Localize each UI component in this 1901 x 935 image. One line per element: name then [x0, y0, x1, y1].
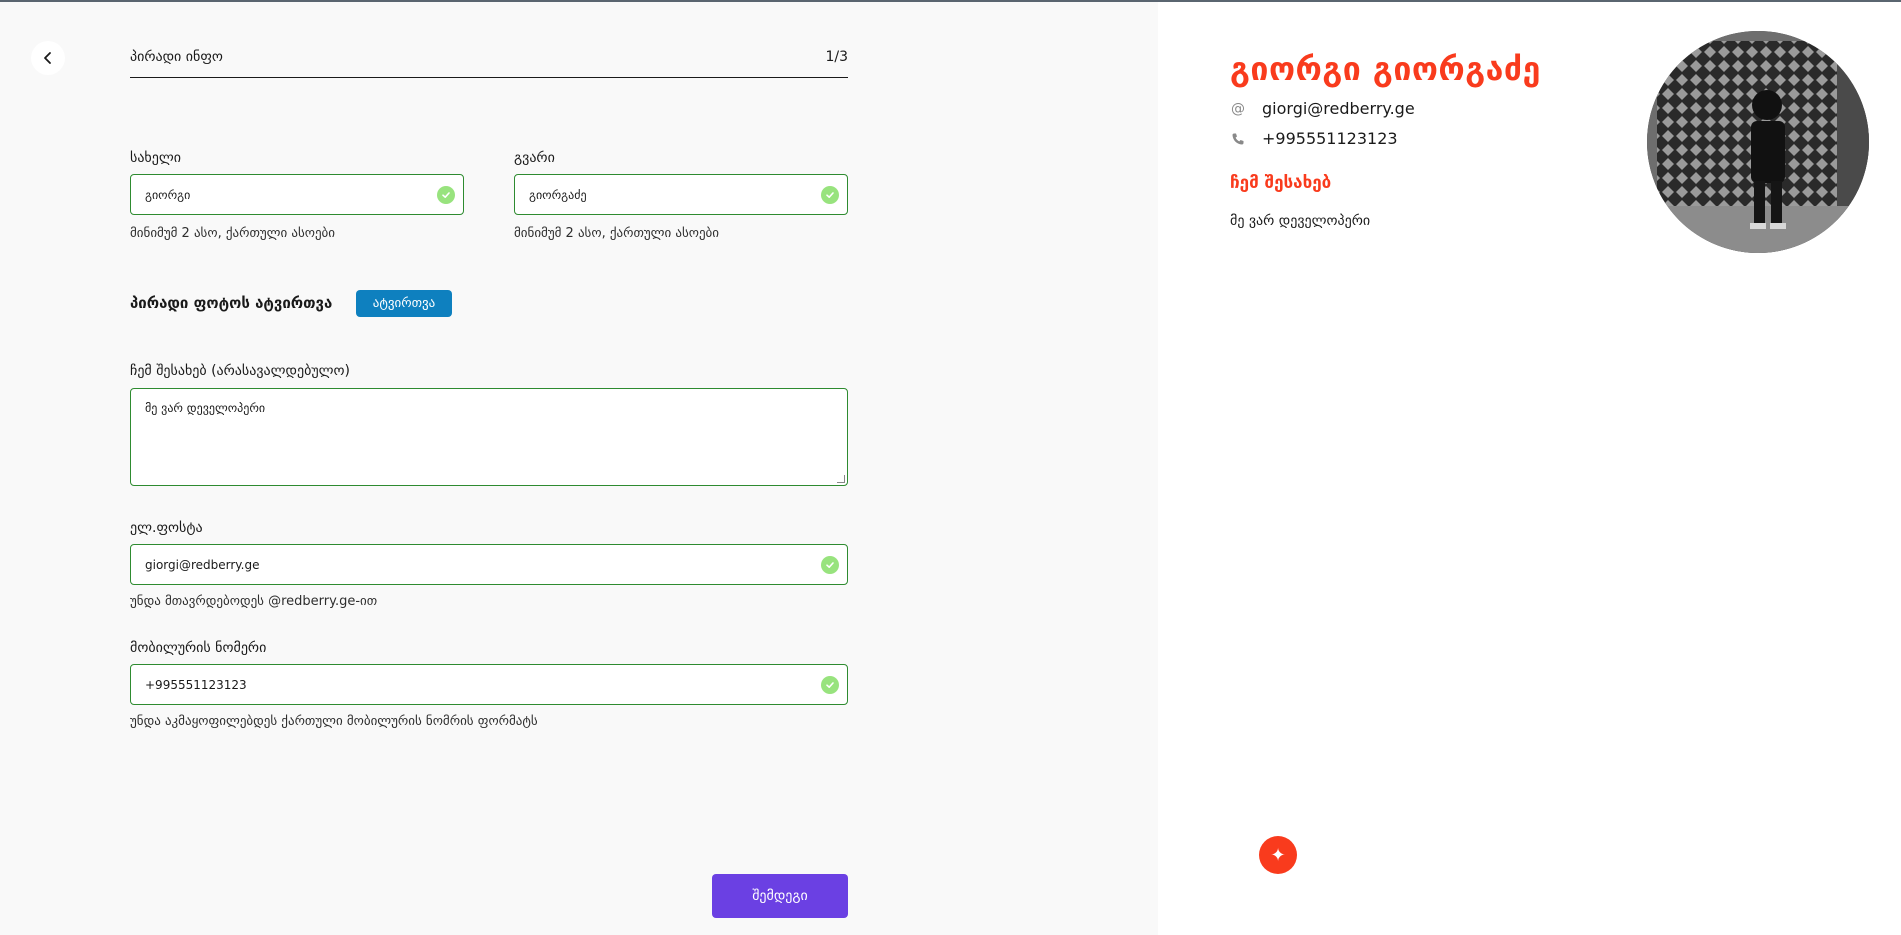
email-label: ელ.ფოსტა [130, 520, 203, 536]
check-circle-icon [821, 676, 839, 694]
resize-handle[interactable] [837, 475, 845, 483]
check-circle-icon [437, 186, 455, 204]
resume-email-row: @ giorgi@redberry.ge [1230, 99, 1415, 118]
sparkle-icon: ✦ [1259, 836, 1297, 874]
email-field[interactable] [131, 545, 847, 584]
resume-about-heading: ჩემ შესახებ [1230, 173, 1332, 193]
about-label: ჩემ შესახებ (არასავალდებულო) [130, 363, 351, 379]
phone-icon [1230, 131, 1246, 147]
phone-field[interactable] [131, 665, 847, 704]
profile-photo [1647, 31, 1869, 253]
check-circle-icon [821, 186, 839, 204]
resume-name: გიორგი გიორგაძე [1230, 50, 1541, 88]
first-name-field[interactable] [131, 175, 463, 214]
phone-field-wrapper [130, 664, 848, 705]
photo-upload-label: პირადი ფოტოს ატვირთვა [130, 294, 333, 312]
resume-preview: გიორგი გიორგაძე @ giorgi@redberry.ge +99… [1158, 2, 1901, 935]
check-circle-icon [821, 556, 839, 574]
email-hint: უნდა მთავრდებოდეს @redberry.ge-ით [130, 594, 378, 609]
last-name-field[interactable] [515, 175, 847, 214]
last-name-field-wrapper [514, 174, 848, 215]
resume-phone: +995551123123 [1262, 129, 1398, 148]
about-textarea-wrapper: მე ვარ დეველოპერი [130, 388, 848, 486]
at-sign-icon: @ [1231, 100, 1245, 117]
resume-email: giorgi@redberry.ge [1262, 99, 1415, 118]
email-field-wrapper [130, 544, 848, 585]
chevron-left-icon [44, 52, 51, 64]
first-name-field-wrapper [130, 174, 464, 215]
last-name-hint: მინიმუმ 2 ასო, ქართული ასოები [514, 226, 720, 241]
resume-phone-row: +995551123123 [1230, 129, 1398, 148]
phone-label: მობილურის ნომერი [130, 640, 267, 656]
upload-photo-button[interactable]: ატვირთვა [356, 290, 452, 317]
resume-about-text: მე ვარ დეველოპერი [1230, 213, 1371, 229]
step-counter: 1/3 [825, 49, 848, 65]
last-name-label: გვარი [514, 150, 555, 166]
next-button[interactable]: შემდეგი [712, 874, 848, 918]
first-name-label: სახელი [130, 150, 181, 166]
about-textarea[interactable]: მე ვარ დეველოპერი [131, 389, 847, 485]
page-title: პირადი ინფო [130, 49, 223, 65]
first-name-hint: მინიმუმ 2 ასო, ქართული ასოები [130, 226, 336, 241]
personal-info-form: პირადი ინფო 1/3 სახელი მინიმუმ 2 ასო, ქა… [0, 2, 1158, 935]
form-header: პირადი ინფო 1/3 [130, 46, 848, 78]
phone-hint: უნდა აკმაყოფილებდეს ქართული მობილურის ნო… [130, 714, 538, 729]
back-button[interactable] [31, 41, 65, 75]
